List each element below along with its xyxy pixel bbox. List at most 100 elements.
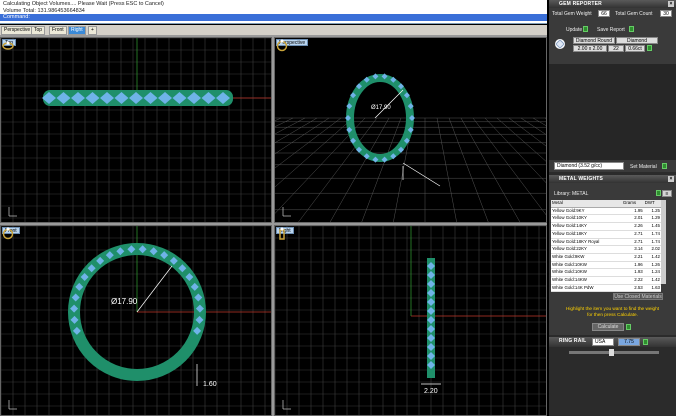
metal-name-cell: Yellow Gold:14KY	[551, 222, 622, 231]
table-row[interactable]: White Gold:9KW 2.21 1.42	[551, 253, 661, 262]
ring-size-slider-handle[interactable]	[609, 349, 614, 356]
viewport-perspective[interactable]: Ø17.90 Perspective	[274, 37, 547, 223]
grams-cell: 2.21	[621, 253, 644, 262]
close-icon[interactable]: ×	[668, 1, 674, 7]
grams-cell: 2.71	[621, 230, 644, 239]
total-gem-count-label: Total Gem Count	[615, 11, 653, 17]
table-row[interactable]: White Gold:14K PdW 2.53 1.63	[551, 284, 661, 293]
table-row[interactable]: Yellow Gold:10KY 2.01 1.29	[551, 214, 661, 224]
ring-size-slider[interactable]	[569, 351, 659, 354]
command-prompt[interactable]: Command:	[0, 14, 547, 21]
metal-name-cell: Yellow Gold:22KY	[551, 245, 622, 254]
save-report-label: Save Report	[597, 27, 625, 33]
set-material-button[interactable]	[662, 163, 667, 169]
table-row[interactable]: Yellow Gold:9KY 1.95 1.25	[551, 207, 661, 216]
dwt-cell: 1.42	[643, 276, 661, 285]
metal-name-cell: White Gold:14K PdW	[551, 284, 622, 293]
viewport-front[interactable]: Ø17.90 1.60 Front	[0, 225, 272, 416]
dimension-label: Ø17.90	[111, 297, 138, 306]
tab-top[interactable]: Top	[31, 26, 46, 35]
grams-cell: 1.95	[621, 207, 644, 216]
viewport-area: Top Ø17.90 Perspective Ø17.901.60 Front …	[0, 35, 547, 416]
tab-front[interactable]: Front	[49, 26, 67, 35]
command-area: Calculating Object Volumes.... Please Wa…	[0, 0, 547, 24]
library-button[interactable]	[656, 190, 661, 196]
library-menu-button[interactable]: ≡	[662, 190, 672, 197]
column-header-grams: Grams	[621, 200, 644, 208]
dwt-cell: 1.74	[643, 230, 661, 239]
metal-weights-title: METAL WEIGHTS	[559, 176, 604, 182]
gem-size: 2.00 x 2.00	[573, 45, 607, 52]
table-scrollbar[interactable]	[661, 200, 666, 284]
metal-weights-header: METAL WEIGHTS ×	[549, 175, 676, 183]
viewport-tabs: Perspective Top Front Right +	[0, 25, 547, 35]
gem-reporter-group: Total Gem Weight 66 Total Gem Count 30 U…	[549, 8, 676, 64]
grams-cell: 2.53	[621, 284, 644, 293]
command-line-2: Volume Total: 131.986453664834	[3, 7, 85, 14]
right-view-canvas: 2.20	[275, 226, 546, 415]
table-row[interactable]: White Gold:14KW 2.22 1.42	[551, 276, 661, 285]
dwt-cell: 1.45	[643, 222, 661, 231]
calculate-hint-line-2: for then press Calculate.	[587, 312, 638, 317]
metal-name-cell: Yellow Gold:18KY	[551, 230, 622, 239]
gem-material: Diamond	[616, 37, 658, 44]
table-row[interactable]: Yellow Gold:18KY 2.71 1.74	[551, 230, 661, 239]
total-gem-count-value: 30	[660, 10, 672, 17]
library-label: Library: METAL	[554, 191, 589, 197]
metal-name-cell: Yellow Gold:9KY	[551, 207, 622, 216]
gem-count: 22	[608, 45, 624, 52]
gem-row-button[interactable]	[647, 45, 652, 51]
viewport-top[interactable]: Top	[0, 37, 272, 223]
material-row: Diamond (3.52 g/cc) Set Material	[549, 160, 676, 172]
panel-footer	[549, 347, 676, 416]
total-gem-weight-label: Total Gem Weight	[552, 11, 592, 17]
grams-cell: 2.26	[621, 222, 644, 231]
table-row[interactable]: Yellow Gold:14KY 2.26 1.45	[551, 222, 661, 231]
dwt-cell: 1.25	[643, 207, 661, 216]
ring-standard-select[interactable]: USA	[592, 338, 614, 346]
command-line-1: Calculating Object Volumes.... Please Wa…	[3, 1, 164, 7]
material-select[interactable]: Diamond (3.52 g/cc)	[554, 162, 624, 170]
width-label: 2.20	[424, 388, 438, 395]
gem-shape: Diamond Round	[573, 37, 615, 44]
table-row[interactable]: Yellow Gold:18KY Royal 2.71 1.74	[551, 238, 661, 247]
update-button[interactable]	[583, 26, 588, 32]
grams-cell: 2.71	[621, 238, 644, 247]
ring-size-select[interactable]: 7.75	[618, 338, 640, 346]
tab-perspective[interactable]: Perspective	[1, 26, 34, 35]
save-report-button[interactable]	[629, 26, 634, 32]
perspective-view-canvas: Ø17.90	[275, 38, 546, 222]
table-row[interactable]: White Gold:10KW 1.93 1.24	[551, 268, 661, 278]
ring-view-icon[interactable]	[275, 226, 289, 240]
gem-weight: 0.66ct	[625, 45, 645, 52]
use-closed-materials-field[interactable]: Use Closed Materials	[613, 293, 663, 300]
grams-cell: 3.14	[621, 245, 644, 254]
gem-reporter-header: GEM REPORTER ×	[549, 0, 676, 8]
table-row[interactable]: Yellow Gold:22KY 3.14 2.02	[551, 245, 661, 254]
gem-reporter-title: GEM REPORTER	[559, 1, 602, 7]
calculate-confirm-button[interactable]	[626, 324, 631, 330]
dwt-cell: 1.26	[643, 261, 661, 270]
viewport-right[interactable]: 2.20 Right	[274, 225, 547, 416]
dwt-cell: 1.24	[643, 268, 661, 278]
ring-view-icon[interactable]	[1, 226, 15, 240]
set-material-label: Set Material	[630, 164, 657, 170]
dimension-line	[136, 265, 173, 313]
ring-rail-title: RING RAIL	[559, 338, 587, 344]
ring-view-icon[interactable]	[1, 38, 15, 52]
calculate-button[interactable]: Calculate	[592, 323, 624, 331]
add-tab-button[interactable]: +	[88, 26, 97, 35]
close-icon[interactable]: ×	[668, 176, 674, 182]
front-view-canvas: Ø17.90 1.60	[1, 226, 271, 415]
thickness-label: 1.60	[203, 381, 217, 388]
dwt-cell: 1.29	[643, 214, 661, 224]
column-header-metal: Metal	[551, 200, 622, 208]
tab-right[interactable]: Right	[68, 26, 86, 35]
side-panel: GEM REPORTER × Total Gem Weight 66 Total…	[549, 0, 676, 416]
metal-weights-table: Metal Grams DWT Yellow Gold:9KY 1.95 1.25 Y…	[551, 200, 661, 293]
table-header-row: Metal Grams DWT	[551, 200, 661, 208]
ring-view-icon[interactable]	[275, 38, 289, 52]
table-row[interactable]: White Gold:10KW 1.96 1.26	[551, 261, 661, 270]
grams-cell: 1.96	[621, 261, 644, 270]
ring-rail-button[interactable]	[643, 339, 648, 345]
